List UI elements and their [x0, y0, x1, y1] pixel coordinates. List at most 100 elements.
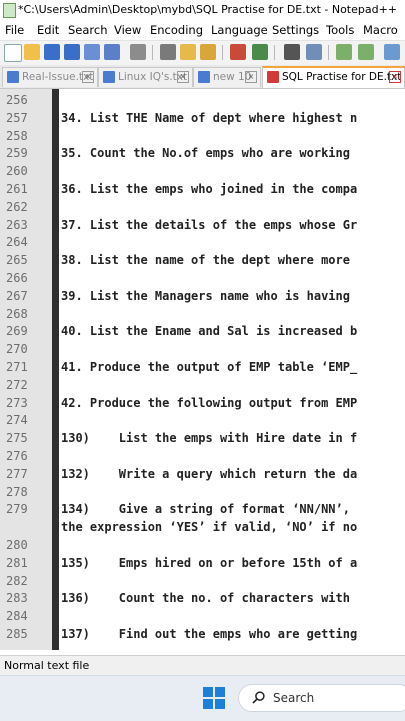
tab-linux-iqs[interactable]: Linux IQ's.txt × — [98, 67, 193, 87]
open-file-icon[interactable] — [24, 44, 40, 60]
tab-new-10[interactable]: new 10 × — [193, 67, 261, 87]
code-line[interactable]: 137) Find out the emps who are getting — [61, 627, 357, 641]
menu-macro[interactable]: Macro — [363, 23, 398, 37]
print-icon[interactable] — [130, 44, 146, 60]
undo-icon[interactable] — [230, 44, 246, 60]
menu-bar: File Edit Search View Encoding Language … — [0, 21, 405, 40]
line-number: 264 — [6, 235, 28, 250]
line-number: 258 — [6, 128, 28, 143]
line-number: 274 — [6, 413, 28, 428]
file-icon — [7, 71, 19, 83]
taskbar: Search — [0, 675, 405, 721]
file-icon — [198, 71, 210, 83]
sync-scroll-icon[interactable] — [384, 44, 400, 60]
menu-language[interactable]: Language — [211, 23, 268, 37]
menu-search[interactable]: Search — [68, 23, 108, 37]
menu-view[interactable]: View — [114, 23, 141, 37]
windows-start-icon[interactable] — [203, 687, 225, 709]
line-number: 262 — [6, 199, 28, 214]
menu-tools[interactable]: Tools — [326, 23, 354, 37]
line-number: 283 — [6, 591, 28, 606]
code-line[interactable]: 132) Write a query which return the da — [61, 467, 357, 481]
tab-close-icon[interactable]: × — [389, 71, 401, 83]
code-line[interactable]: 40. List the Ename and Sal is increased … — [61, 324, 357, 338]
fold-margin — [52, 89, 59, 650]
line-number: 272 — [6, 377, 28, 392]
file-icon — [103, 71, 115, 83]
code-line[interactable]: 42. Produce the following output from EM… — [61, 396, 357, 410]
zoom-in-icon[interactable] — [336, 44, 352, 60]
menu-encoding[interactable]: Encoding — [150, 23, 203, 37]
editor[interactable]: 256 257 34. List THE Name of dept where hi… — [0, 89, 405, 650]
line-number: 265 — [6, 253, 28, 268]
save-icon[interactable] — [44, 44, 60, 60]
code-line[interactable]: 36. List the emps who joined in the comp… — [61, 182, 357, 196]
menu-edit[interactable]: Edit — [37, 23, 59, 37]
line-number: 285 — [6, 627, 28, 641]
code-line[interactable]: 38. List the name of the dept where more — [61, 253, 357, 267]
line-number: 269 — [6, 324, 28, 339]
code-line[interactable]: 35. Count the No.of emps who are working — [61, 146, 357, 160]
tab-bar: Real-Issue.txt × Linux IQ's.txt × new 10… — [0, 65, 405, 89]
save-all-icon[interactable] — [64, 44, 80, 60]
line-number: 267 — [6, 288, 28, 303]
code-line[interactable]: 135) Emps hired on or before 15th of a — [61, 556, 357, 570]
code-line[interactable]: 34. List THE Name of dept where highest … — [61, 111, 357, 125]
toolbar-separator — [274, 45, 275, 60]
toolbar — [0, 40, 405, 65]
close-file-icon[interactable] — [84, 44, 100, 60]
code-line[interactable]: 130) List the emps with Hire date in f — [61, 431, 357, 445]
tab-real-issue[interactable]: Real-Issue.txt × — [2, 67, 98, 87]
search-icon — [252, 691, 265, 704]
line-number: 273 — [6, 395, 28, 410]
line-number: 260 — [6, 164, 28, 179]
line-number: 282 — [6, 573, 28, 588]
copy-icon[interactable] — [180, 44, 196, 60]
code-line[interactable]: 41. Produce the output of EMP table ‘EMP… — [61, 360, 357, 374]
code-line[interactable]: the expression ‘YES’ if valid, ‘NO’ if n… — [61, 520, 357, 534]
code-line[interactable]: 136) Count the no. of characters with — [61, 591, 357, 605]
line-number: 257 — [6, 110, 28, 125]
replace-icon[interactable] — [306, 44, 322, 60]
toolbar-separator — [222, 45, 223, 60]
close-all-icon[interactable] — [104, 44, 120, 60]
find-icon[interactable] — [284, 44, 300, 60]
line-number: 270 — [6, 342, 28, 357]
tab-close-icon[interactable]: × — [177, 71, 189, 83]
line-number: 271 — [6, 360, 28, 374]
cut-icon[interactable] — [160, 44, 176, 60]
status-file-type: Normal text file — [4, 659, 90, 672]
new-file-icon[interactable] — [4, 44, 22, 62]
file-icon — [267, 71, 279, 83]
zoom-out-icon[interactable] — [358, 44, 374, 60]
line-number: 277 — [6, 466, 28, 481]
code-line[interactable]: 134) Give a string of format ‘NN/NN’, — [61, 502, 357, 516]
tab-close-icon[interactable]: × — [245, 71, 257, 83]
line-number: 263 — [6, 217, 28, 232]
line-number: 261 — [6, 182, 28, 196]
line-number: 259 — [6, 146, 28, 161]
redo-icon[interactable] — [252, 44, 268, 60]
line-number: 275 — [6, 431, 28, 446]
line-number: 279 — [6, 502, 28, 517]
line-number: 268 — [6, 306, 28, 321]
search-label: Search — [273, 691, 315, 705]
line-number: 280 — [6, 538, 28, 552]
status-bar: Normal text file — [0, 655, 405, 676]
title-bar: *C:\Users\Admin\Desktop\mybd\SQL Practis… — [0, 0, 405, 20]
code-line[interactable]: 37. List the details of the emps whose G… — [61, 218, 357, 232]
window-title: *C:\Users\Admin\Desktop\mybd\SQL Practis… — [18, 3, 398, 16]
line-number: 284 — [6, 609, 28, 624]
toolbar-separator — [152, 45, 153, 60]
code-line[interactable]: 39. List the Managers name who is having — [61, 289, 357, 303]
line-number: 256 — [6, 93, 28, 107]
taskbar-search[interactable]: Search — [238, 684, 405, 712]
toolbar-separator — [328, 45, 329, 60]
menu-file[interactable]: File — [5, 23, 24, 37]
menu-settings[interactable]: Settings — [272, 23, 319, 37]
paste-icon[interactable] — [200, 44, 216, 60]
notepad-plus-plus-icon — [3, 3, 16, 18]
tab-sql-practise[interactable]: SQL Practise for DE.txt × — [262, 66, 405, 88]
tab-close-icon[interactable]: × — [82, 71, 94, 83]
line-number: 276 — [6, 449, 28, 463]
